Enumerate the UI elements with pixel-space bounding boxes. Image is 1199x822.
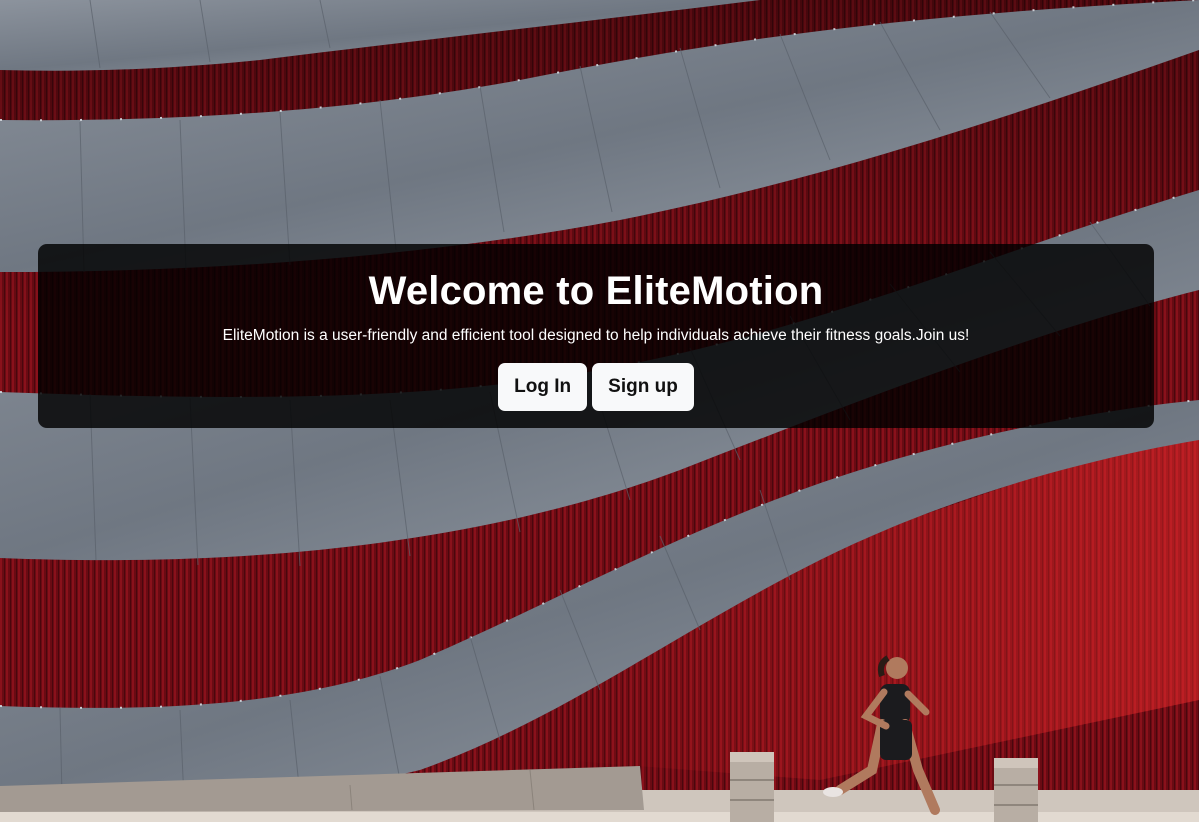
- landing-page: Welcome to EliteMotion EliteMotion is a …: [0, 0, 1199, 822]
- hero-subtitle: EliteMotion is a user-friendly and effic…: [222, 327, 970, 344]
- login-button[interactable]: Log In: [498, 363, 588, 411]
- hero-title: Welcome to EliteMotion: [368, 269, 824, 313]
- hero-actions: Log In Sign up: [38, 363, 1154, 411]
- hero-panel: Welcome to EliteMotion EliteMotion is a …: [38, 244, 1154, 428]
- signup-button[interactable]: Sign up: [592, 363, 694, 411]
